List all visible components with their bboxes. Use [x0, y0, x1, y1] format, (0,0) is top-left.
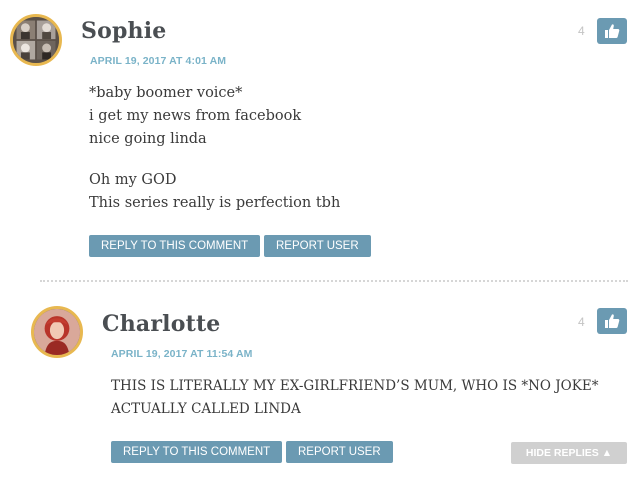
like-button[interactable]	[597, 308, 627, 334]
comment-line: Oh my GOD	[89, 172, 177, 188]
comment-line: This series really is perfection tbh	[89, 195, 341, 211]
comment-author[interactable]: Charlotte	[102, 311, 221, 337]
reply-button[interactable]: REPLY TO THIS COMMENT	[89, 235, 261, 257]
comment-line: i get my news from facebook	[89, 108, 302, 124]
like-button[interactable]	[597, 18, 627, 44]
comment-sophie: Sophie APRIL 19, 2017 AT 4:01 AM 4 *baby…	[0, 0, 640, 270]
report-user-button[interactable]: REPORT USER	[264, 235, 371, 257]
thumbs-up-icon	[605, 314, 620, 328]
comment-line: THIS IS LITERALLY MY EX-GIRLFRIEND’S MUM…	[111, 378, 599, 394]
vote-count: 4	[578, 24, 585, 38]
comment-body: *baby boomer voice* i get my news from f…	[89, 82, 559, 215]
avatar[interactable]	[10, 14, 62, 66]
reply-button[interactable]: REPLY TO THIS COMMENT	[111, 441, 283, 463]
comment-date[interactable]: APRIL 19, 2017 AT 11:54 AM	[111, 348, 253, 360]
comment-author[interactable]: Sophie	[81, 18, 167, 44]
comment-divider	[40, 280, 628, 282]
report-user-button[interactable]: REPORT USER	[286, 441, 393, 463]
avatar-collage-image	[13, 17, 59, 63]
comment-line: *baby boomer voice*	[89, 85, 243, 101]
avatar[interactable]	[31, 306, 83, 358]
hide-replies-button[interactable]: HIDE REPLIES ▲	[511, 442, 627, 464]
thumbs-up-icon	[605, 24, 620, 38]
comment-charlotte: Charlotte APRIL 19, 2017 AT 11:54 AM 4 T…	[0, 290, 640, 478]
comment-date[interactable]: APRIL 19, 2017 AT 4:01 AM	[90, 55, 226, 67]
comment-line: nice going linda	[89, 131, 207, 147]
vote-count: 4	[578, 315, 585, 329]
avatar-portrait-image	[34, 309, 80, 355]
comment-body: THIS IS LITERALLY MY EX-GIRLFRIEND’S MUM…	[111, 375, 631, 421]
comment-line: ACTUALLY CALLED LINDA	[111, 401, 301, 417]
